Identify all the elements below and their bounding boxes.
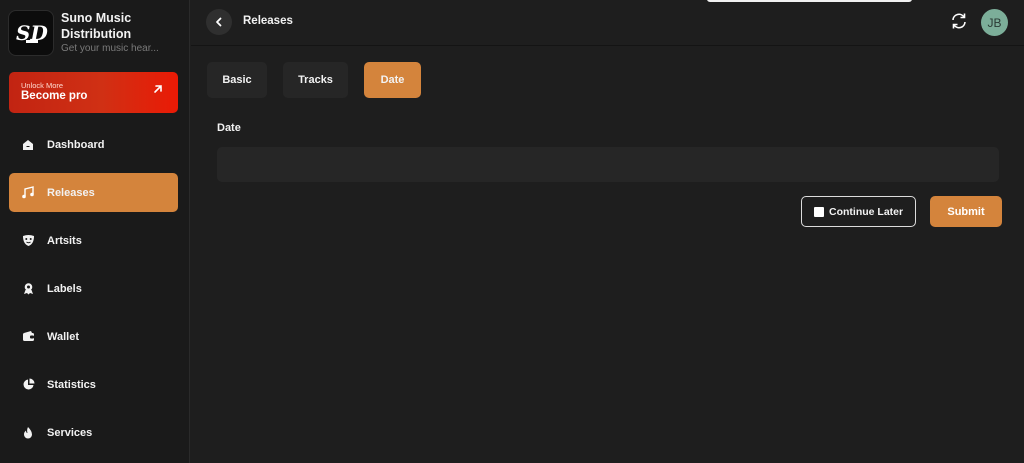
back-button[interactable] — [206, 9, 232, 35]
sidebar-item-services[interactable]: Services — [9, 413, 178, 452]
brand-logo: SD — [8, 10, 54, 56]
tab-date[interactable]: Date — [364, 62, 421, 98]
music-notes-icon — [21, 185, 35, 200]
sidebar-item-label: Dashboard — [47, 138, 105, 151]
brand-title: Suno Music Distribution — [61, 11, 132, 41]
sd-logo-icon: SD — [16, 21, 48, 45]
continue-later-checkbox[interactable] — [814, 206, 824, 217]
sidebar-item-label: Statistics — [47, 378, 96, 391]
top-overlay-strip — [707, 0, 912, 2]
tab-tracks[interactable]: Tracks — [283, 62, 348, 98]
continue-later-button[interactable]: Continue Later — [801, 196, 916, 227]
sidebar: SD Suno Music Distribution Get your musi… — [0, 0, 190, 463]
sidebar-item-label: Services — [47, 426, 93, 439]
promo-small-text: Unlock More — [21, 81, 64, 90]
promo-big-text: Become pro — [21, 90, 88, 102]
sidebar-item-releases[interactable]: Releases — [9, 173, 178, 212]
flame-icon — [21, 426, 35, 440]
mask-icon — [21, 234, 35, 248]
sidebar-item-label: Releases — [47, 186, 95, 199]
sidebar-item-wallet[interactable]: Wallet — [9, 317, 178, 356]
sidebar-item-artists[interactable]: Artsits — [9, 221, 178, 260]
top-header: Releases JB — [191, 0, 1024, 46]
sidebar-item-statistics[interactable]: Statistics — [9, 365, 178, 404]
continue-later-label: Continue Later — [829, 205, 904, 218]
refresh-button[interactable] — [949, 11, 969, 31]
user-avatar[interactable]: JB — [981, 9, 1008, 36]
brand-subtitle: Get your music hear... — [61, 43, 159, 54]
sidebar-item-label: Artsits — [47, 234, 82, 247]
submit-button[interactable]: Submit — [930, 196, 1002, 227]
pie-chart-icon — [21, 378, 35, 392]
brand[interactable]: SD Suno Music Distribution Get your musi… — [8, 8, 188, 58]
wallet-icon — [21, 330, 35, 344]
arrow-up-right-icon — [154, 85, 162, 93]
date-field-label: Date — [217, 122, 241, 134]
sidebar-item-labels[interactable]: Labels — [9, 269, 178, 308]
sidebar-item-label: Wallet — [47, 330, 79, 343]
sidebar-item-dashboard[interactable]: Dashboard — [9, 125, 178, 164]
become-pro-card[interactable]: Unlock More Become pro — [9, 72, 178, 113]
sidebar-item-label: Labels — [47, 282, 82, 295]
label-badge-icon — [21, 282, 35, 296]
tab-basic[interactable]: Basic — [207, 62, 267, 98]
home-icon — [21, 138, 35, 152]
chevron-left-icon — [216, 17, 222, 27]
refresh-icon — [952, 13, 966, 29]
date-input[interactable] — [217, 147, 999, 182]
page-title: Releases — [243, 15, 293, 27]
